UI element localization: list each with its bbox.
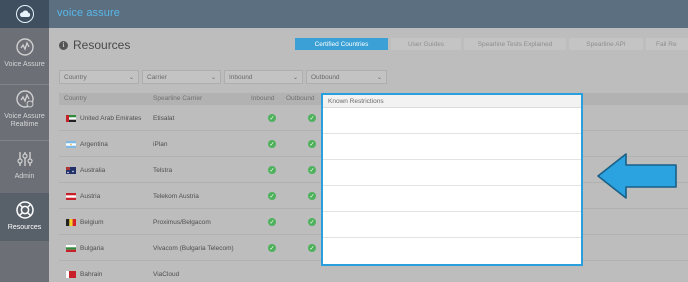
tab-certified-countries[interactable]: Certified Countries <box>295 38 388 50</box>
sidebar-item-label: Admin <box>14 173 35 180</box>
sidebar-item-admin[interactable]: Admin <box>0 148 49 190</box>
filter-bar: Country ⌄ Carrier ⌄ Inbound ⌄ Outbound ⌄ <box>59 70 390 84</box>
filter-label: Carrier <box>147 73 167 81</box>
country-name: Argentina <box>80 141 108 148</box>
page-title-text: Resources <box>73 38 131 52</box>
realtime-icon <box>14 88 36 110</box>
column-header-carrier[interactable]: Spearline Carrier <box>153 95 202 102</box>
carrier-name: Telekom Austria <box>153 193 199 200</box>
check-icon: ✓ <box>308 192 316 200</box>
check-icon: ✓ <box>268 244 276 252</box>
carrier-name: iPlan <box>153 141 168 148</box>
country-name: Bulgaria <box>80 245 104 252</box>
check-icon: ✓ <box>308 166 316 174</box>
column-header-outbound[interactable]: Outbound <box>286 95 315 102</box>
known-restrictions-column: Known Restrictions <box>321 93 583 266</box>
check-icon: ✓ <box>268 218 276 226</box>
bulgaria-flag-icon <box>66 245 76 252</box>
filter-label: Inbound <box>229 73 253 81</box>
country-name: Bahrain <box>80 271 103 278</box>
chevron-down-icon: ⌄ <box>210 74 216 81</box>
carrier-name: Etisalat <box>153 115 175 122</box>
belgium-flag-icon <box>66 219 76 226</box>
tab-fail-reasons[interactable]: Fail Re <box>646 38 688 50</box>
argentina-flag-icon <box>66 141 76 148</box>
country-filter-select[interactable]: Country ⌄ <box>59 70 139 84</box>
bahrain-flag-icon <box>66 271 76 278</box>
divider <box>0 140 49 141</box>
tab-spearline-tests-explained[interactable]: Spearline Tests Explained <box>464 38 566 50</box>
check-icon: ✓ <box>268 140 276 148</box>
chevron-down-icon: ⌄ <box>128 74 134 81</box>
sidebar-item-voice-assure[interactable]: Voice Assure <box>0 36 49 82</box>
carrier-name: Telstra <box>153 167 173 174</box>
sidebar-item-label: Voice Assure <box>4 61 45 68</box>
top-bar: voice assure <box>49 0 688 28</box>
row-divider <box>323 211 581 212</box>
sidebar: Voice Assure Voice Assure Realtime Admin… <box>0 0 49 282</box>
app-title: voice assure <box>57 7 120 19</box>
australia-flag-icon <box>66 167 76 174</box>
check-icon: ✓ <box>268 114 276 122</box>
sidebar-item-resources[interactable]: Resources <box>0 193 49 241</box>
column-header-inbound[interactable]: Inbound <box>251 95 275 102</box>
column-header-known-restrictions[interactable]: Known Restrictions <box>323 95 581 108</box>
column-header-country[interactable]: Country <box>64 95 87 102</box>
arrow-left-icon <box>597 153 677 199</box>
uae-flag-icon <box>66 115 76 122</box>
cloud-logo-icon <box>15 5 34 23</box>
country-name: Austria <box>80 193 101 200</box>
chevron-down-icon: ⌄ <box>376 74 382 81</box>
sidebar-item-label: Voice Assure Realtime <box>4 113 45 128</box>
row-divider <box>323 237 581 238</box>
austria-flag-icon <box>66 193 76 200</box>
check-icon: ✓ <box>268 192 276 200</box>
inbound-filter-select[interactable]: Inbound ⌄ <box>224 70 303 84</box>
country-name: Belgium <box>80 219 104 226</box>
sidebar-item-voice-assure-realtime[interactable]: Voice Assure Realtime <box>0 88 49 138</box>
country-name: Australia <box>80 167 106 174</box>
voice-assure-icon <box>14 36 36 58</box>
app-window: Voice Assure Voice Assure Realtime Admin… <box>0 0 688 282</box>
info-icon: i <box>59 40 68 50</box>
chevron-down-icon: ⌄ <box>292 74 298 81</box>
app-logo[interactable] <box>0 0 49 28</box>
outbound-filter-select[interactable]: Outbound ⌄ <box>306 70 387 84</box>
tab-user-guides[interactable]: User Guides <box>391 38 461 50</box>
resource-tabs: Certified Countries User Guides Spearlin… <box>295 38 688 50</box>
carrier-name: Vivacom (Bulgaria Telecom) <box>153 245 234 252</box>
check-icon: ✓ <box>308 218 316 226</box>
sliders-icon <box>14 148 36 170</box>
row-divider <box>323 185 581 186</box>
filter-label: Outbound <box>311 73 340 81</box>
check-icon: ✓ <box>268 166 276 174</box>
filter-label: Country <box>64 73 87 81</box>
sidebar-item-label: Resources <box>7 224 42 231</box>
country-name: United Arab Emirates <box>80 115 142 122</box>
check-icon: ✓ <box>308 114 316 122</box>
page-title: i Resources <box>59 38 130 52</box>
carrier-name: ViaCloud <box>153 271 180 278</box>
check-icon: ✓ <box>308 244 316 252</box>
carrier-filter-select[interactable]: Carrier ⌄ <box>142 70 221 84</box>
row-divider <box>323 159 581 160</box>
carrier-name: Proximus/Belgacom <box>153 219 211 226</box>
check-icon: ✓ <box>308 140 316 148</box>
row-divider <box>323 133 581 134</box>
lifebuoy-icon <box>14 199 36 221</box>
tab-spearline-api[interactable]: Spearline API <box>569 38 643 50</box>
divider <box>0 84 49 85</box>
